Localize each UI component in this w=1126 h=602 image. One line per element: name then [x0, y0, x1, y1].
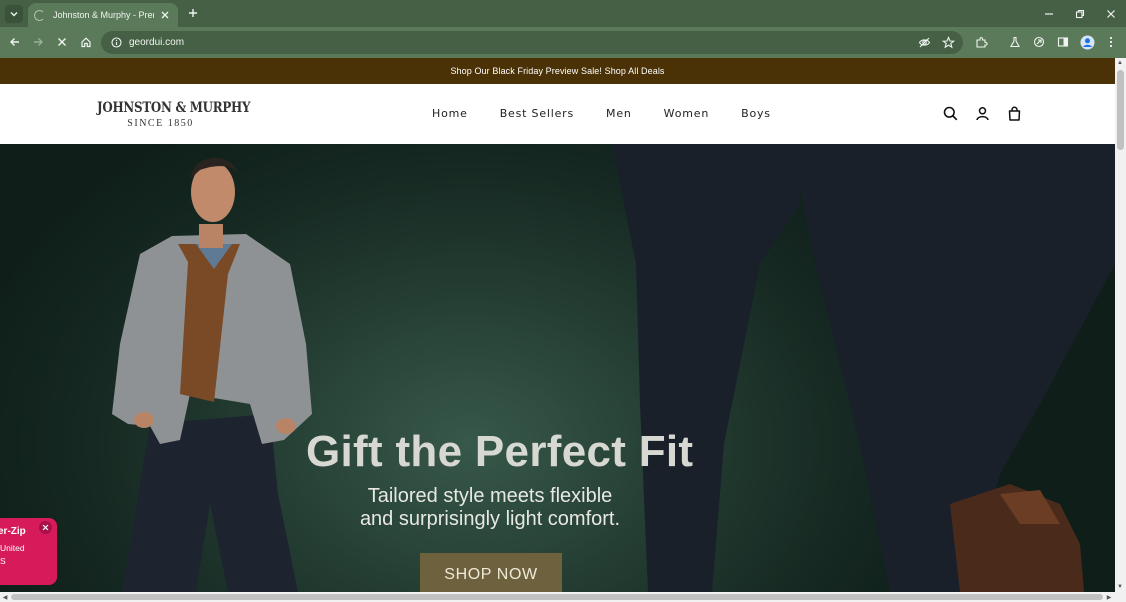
horizontal-scrollbar-thumb[interactable]	[11, 594, 1103, 600]
url-text: geordui.com	[129, 37, 185, 48]
browser-toolbar: geordui.com	[0, 27, 1126, 58]
search-icon[interactable]	[941, 104, 959, 122]
nav-best-sellers[interactable]: Best Sellers	[500, 107, 574, 120]
nav-boys[interactable]: Boys	[741, 107, 771, 120]
address-bar[interactable]: geordui.com	[101, 31, 963, 54]
site-header: JOHNSTON & MURPHY SINCE 1850 Home Best S…	[0, 84, 1115, 144]
home-icon	[81, 37, 91, 48]
minimize-icon	[1044, 12, 1053, 15]
vertical-scrollbar-thumb[interactable]	[1117, 70, 1124, 150]
close-window-button[interactable]	[1095, 0, 1126, 27]
logo-wordmark: JOHNSTON & MURPHY	[97, 100, 251, 116]
minimize-button[interactable]	[1033, 0, 1064, 27]
horizontal-scrollbar[interactable]: ◀ ▶	[0, 592, 1126, 602]
scroll-up-arrow-icon[interactable]: ▲	[1115, 58, 1125, 68]
vertical-scrollbar[interactable]: ▲ ▼	[1115, 58, 1126, 592]
extension-icon[interactable]	[1030, 33, 1048, 51]
plus-icon	[189, 9, 197, 17]
close-icon	[1106, 9, 1115, 18]
scroll-down-arrow-icon[interactable]: ▼	[1115, 582, 1125, 592]
brand-logo[interactable]: JOHNSTON & MURPHY SINCE 1850	[97, 100, 251, 129]
hero-banner[interactable]: Gift the Perfect Fit Tailored style meet…	[0, 144, 1115, 592]
tab-search-button[interactable]	[5, 5, 23, 23]
bookmark-star-icon[interactable]	[941, 35, 955, 49]
restore-icon	[1075, 9, 1084, 18]
nav-men[interactable]: Men	[606, 107, 632, 120]
back-arrow-icon	[10, 38, 19, 46]
extensions-puzzle-icon[interactable]	[972, 33, 990, 51]
browser-tab-strip: Johnston & Murphy - Premium	[0, 0, 1126, 27]
promo-text[interactable]: Shop Our Black Friday Preview Sale! Shop…	[450, 66, 664, 76]
browser-tab[interactable]: Johnston & Murphy - Premium	[28, 3, 178, 27]
labs-flask-icon[interactable]	[1006, 33, 1024, 51]
hero-title: Gift the Perfect Fit	[306, 427, 694, 476]
promo-popup[interactable]: er-Zip United S	[0, 518, 57, 585]
home-button[interactable]	[77, 33, 95, 51]
tab-close-button[interactable]	[158, 8, 172, 22]
forward-button[interactable]	[29, 33, 47, 51]
close-icon	[42, 524, 49, 531]
promo-banner[interactable]: Shop Our Black Friday Preview Sale! Shop…	[0, 58, 1115, 84]
model-figure	[112, 157, 312, 592]
hero-subtitle: Tailored style meets flexible and surpri…	[340, 485, 640, 531]
legs-figure	[612, 144, 1115, 592]
main-navigation: Home Best Sellers Men Women Boys	[432, 107, 803, 120]
chevron-down-icon	[10, 11, 18, 17]
nav-home[interactable]: Home	[432, 107, 468, 120]
eye-off-icon[interactable]	[917, 35, 931, 49]
toolbar-actions	[972, 33, 1120, 51]
forward-arrow-icon	[34, 38, 43, 46]
site-info-icon[interactable]	[109, 36, 123, 50]
popup-line-1: United	[0, 543, 25, 553]
bag-icon[interactable]	[1005, 104, 1023, 122]
profile-avatar-icon[interactable]	[1078, 33, 1096, 51]
popup-line-2: S	[0, 556, 6, 566]
hero-subtitle-line-1: Tailored style meets flexible	[367, 485, 613, 507]
address-bar-actions	[917, 35, 955, 49]
scroll-right-arrow-icon[interactable]: ▶	[1104, 592, 1114, 602]
close-icon	[161, 11, 169, 19]
shop-now-button[interactable]: SHOP NOW	[420, 553, 562, 592]
tab-title: Johnston & Murphy - Premium	[53, 10, 154, 20]
window-controls	[1033, 0, 1126, 27]
menu-kebab-icon[interactable]	[1102, 33, 1120, 51]
stop-loading-button[interactable]	[53, 33, 71, 51]
account-icon[interactable]	[973, 104, 991, 122]
popup-close-button[interactable]	[39, 521, 52, 534]
nav-women[interactable]: Women	[664, 107, 709, 120]
scroll-left-arrow-icon[interactable]: ◀	[0, 592, 10, 602]
restore-button[interactable]	[1064, 0, 1095, 27]
loading-spinner-icon	[34, 9, 45, 21]
close-icon	[58, 38, 66, 46]
popup-title: er-Zip	[0, 526, 26, 537]
back-button[interactable]	[6, 33, 24, 51]
header-actions	[941, 104, 1023, 122]
hero-subtitle-line-2: and surprisingly light comfort.	[359, 508, 621, 530]
new-tab-button[interactable]	[185, 5, 201, 21]
logo-since: SINCE 1850	[127, 118, 194, 129]
side-panel-icon[interactable]	[1054, 33, 1072, 51]
